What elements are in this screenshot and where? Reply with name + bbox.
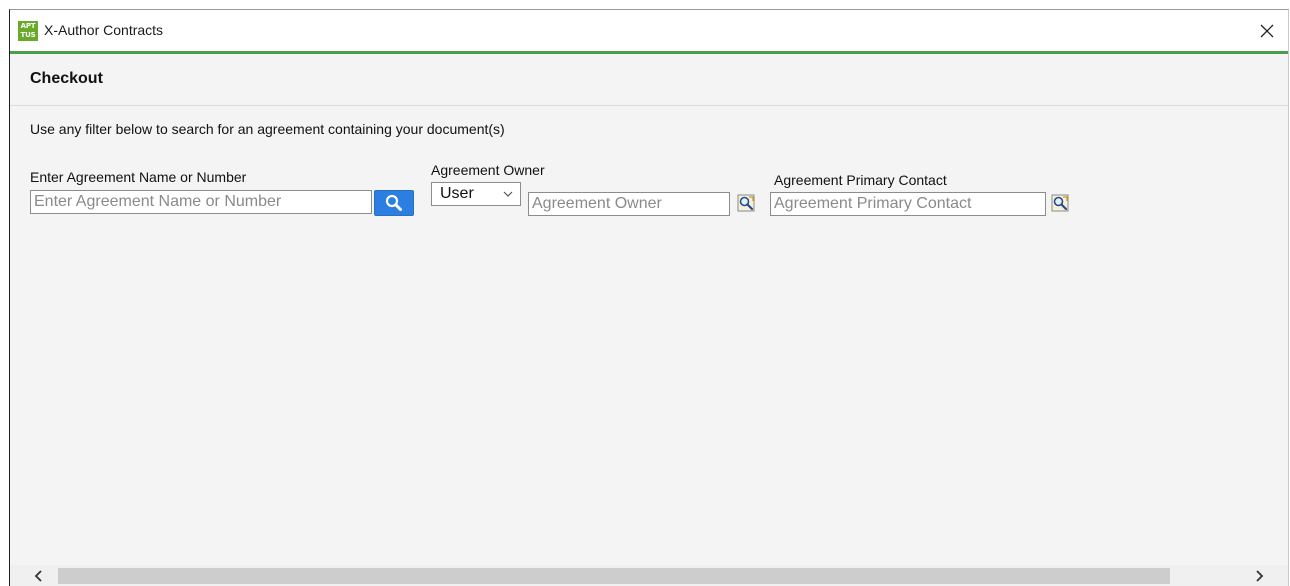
title-bar: APT TUS X-Author Contracts — [10, 10, 1288, 51]
app-logo: APT TUS — [18, 21, 38, 41]
scroll-right-button[interactable] — [1250, 567, 1268, 585]
section-header: Checkout — [10, 54, 1288, 106]
search-button[interactable] — [374, 190, 414, 216]
scrollbar-thumb[interactable] — [58, 568, 1170, 584]
search-icon — [385, 194, 402, 211]
chevron-left-icon — [34, 570, 42, 582]
owner-type-dropdown[interactable]: User — [431, 182, 521, 206]
instructions-text: Use any filter below to search for an ag… — [30, 121, 505, 137]
window-title: X-Author Contracts — [44, 22, 164, 38]
horizontal-scrollbar[interactable] — [10, 565, 1288, 586]
agreement-owner-input[interactable] — [528, 192, 730, 216]
close-button[interactable] — [1254, 18, 1280, 44]
owner-lookup-icon[interactable] — [737, 194, 755, 212]
chevron-right-icon — [1256, 570, 1264, 582]
agreement-name-input[interactable] — [30, 190, 372, 214]
agreement-owner-label: Agreement Owner — [431, 162, 545, 178]
owner-type-value: User — [440, 185, 474, 202]
dialog-content: Checkout Use any filter below to search … — [10, 54, 1288, 586]
contact-lookup-icon[interactable] — [1051, 194, 1069, 212]
page-title: Checkout — [30, 70, 103, 87]
chevron-down-icon — [503, 191, 513, 197]
close-icon — [1260, 24, 1274, 38]
scroll-left-button[interactable] — [30, 567, 48, 585]
primary-contact-label: Agreement Primary Contact — [774, 172, 947, 188]
dialog-window: APT TUS X-Author Contracts Checkout Use … — [9, 9, 1289, 586]
agreement-name-label: Enter Agreement Name or Number — [30, 169, 247, 185]
primary-contact-input[interactable] — [770, 192, 1046, 216]
